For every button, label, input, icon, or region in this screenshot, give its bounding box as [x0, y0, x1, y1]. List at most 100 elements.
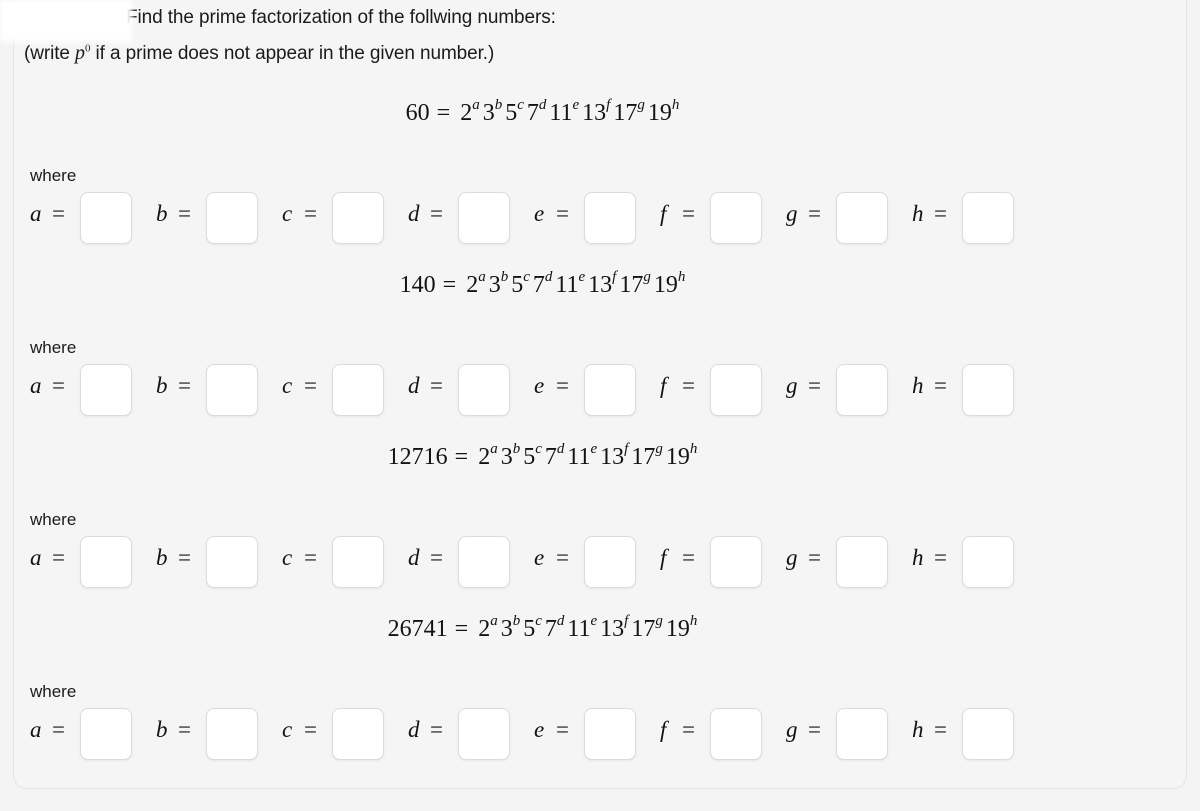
factor-exponent: h	[677, 269, 686, 285]
variable-label-h: h	[912, 201, 924, 226]
answer-input-b[interactable]	[206, 536, 258, 588]
answer-input-h[interactable]	[962, 708, 1014, 760]
variable-label-a: a	[30, 545, 42, 570]
answer-input-g[interactable]	[836, 536, 888, 588]
answer-input-b[interactable]	[206, 708, 258, 760]
factor-exponent: e	[572, 97, 580, 113]
variable-label-f: f	[660, 373, 667, 398]
variable-equals-sign: =	[178, 717, 191, 742]
equation: 140 = 2a 3b 5c 7d 11e 13f 17g 19h	[0, 269, 1085, 299]
factor-base: 5	[523, 444, 536, 470]
variable-label-e: e	[534, 717, 545, 742]
answer-input-h[interactable]	[962, 192, 1014, 244]
where-label: where	[30, 682, 77, 701]
factor-exponent: f	[612, 269, 617, 285]
prime-factor: 13f	[600, 614, 628, 643]
prime-factor: 11e	[555, 270, 585, 299]
factor-base: 19	[665, 444, 690, 470]
variable-equals-sign: =	[934, 545, 947, 570]
where-label: where	[30, 510, 77, 529]
factor-exponent: g	[655, 441, 663, 457]
answer-input-e[interactable]	[584, 364, 636, 416]
factor-base: 11	[567, 616, 591, 642]
prime-letter: p	[75, 42, 85, 64]
factor-base: 3	[500, 616, 513, 642]
variable-label-f: f	[660, 545, 667, 570]
prime-factor: 2a	[478, 614, 498, 643]
factor-exponent: d	[538, 97, 547, 113]
prime-factor: 11e	[549, 97, 580, 127]
answer-input-a[interactable]	[80, 192, 132, 244]
factor-base: 13	[600, 444, 625, 470]
factor-base: 17	[613, 100, 638, 126]
equation-number: 60	[405, 100, 430, 126]
factor-exponent: g	[637, 97, 645, 113]
equation-number: 26741	[387, 616, 448, 642]
factor-base: 13	[600, 616, 625, 642]
answer-input-f[interactable]	[710, 708, 762, 760]
factor-base: 2	[460, 100, 473, 126]
answer-input-d[interactable]	[458, 708, 510, 760]
variable-equals-sign: =	[52, 717, 65, 742]
answer-input-g[interactable]	[836, 192, 888, 244]
equation: 12716 = 2a 3b 5c 7d 11e 13f 17g 19h	[0, 441, 1085, 471]
factor-base: 19	[647, 100, 672, 126]
variable-label-d: d	[408, 373, 420, 398]
variable-label-f: f	[660, 717, 667, 742]
variable-label-h: h	[912, 717, 924, 742]
answer-input-h[interactable]	[962, 364, 1014, 416]
answer-input-a[interactable]	[80, 536, 132, 588]
answer-input-e[interactable]	[584, 708, 636, 760]
answer-input-c[interactable]	[332, 708, 384, 760]
factor-base: 7	[526, 100, 539, 126]
variable-equals-sign: =	[808, 717, 821, 742]
prime-factor: 19h	[647, 98, 680, 127]
answer-input-a[interactable]	[80, 708, 132, 760]
variable-label-e: e	[534, 201, 545, 226]
factor-base: 3	[488, 272, 501, 298]
answer-input-d[interactable]	[458, 536, 510, 588]
where-label: where	[30, 338, 77, 357]
factor-exponent: a	[472, 97, 480, 113]
answer-input-h[interactable]	[962, 536, 1014, 588]
answer-input-a[interactable]	[80, 364, 132, 416]
page-title: Find the prime factorization of the foll…	[126, 7, 556, 28]
variable-label-e: e	[534, 545, 545, 570]
equation-number: 140	[399, 272, 436, 298]
answer-input-c[interactable]	[332, 536, 384, 588]
factor-base: 11	[567, 444, 591, 470]
variable-label-b: b	[156, 373, 168, 398]
variable-label-c: c	[282, 717, 293, 742]
prime-factor: 13f	[582, 98, 610, 127]
variable-label-d: d	[408, 201, 420, 226]
factor-base: 17	[631, 616, 656, 642]
answer-input-c[interactable]	[332, 192, 384, 244]
answer-input-b[interactable]	[206, 192, 258, 244]
variable-label-g: g	[786, 373, 798, 398]
prime-factor: 5c	[511, 270, 530, 299]
factor-exponent: c	[535, 441, 542, 457]
prime-factor: 7d	[533, 270, 553, 299]
variable-equals-sign: =	[304, 545, 317, 570]
variable-equals-sign: =	[934, 373, 947, 398]
equals-sign: =	[442, 272, 457, 298]
factor-exponent: a	[478, 269, 486, 285]
instruction-prefix: (write	[24, 43, 76, 64]
worksheet-content: Find the prime factorization of the foll…	[0, 0, 1200, 811]
equation: 60 = 2a 3b 5c 7d 11e 13f 17g 19h	[0, 97, 1085, 127]
answer-input-c[interactable]	[332, 364, 384, 416]
answer-input-b[interactable]	[206, 364, 258, 416]
factor-exponent: c	[535, 613, 542, 629]
variable-label-c: c	[282, 373, 293, 398]
prime-factor: 5c	[523, 441, 542, 471]
answer-input-f[interactable]	[710, 364, 762, 416]
answer-input-d[interactable]	[458, 192, 510, 244]
answer-input-g[interactable]	[836, 364, 888, 416]
prime-factor: 17g	[619, 270, 651, 299]
answer-input-f[interactable]	[710, 192, 762, 244]
answer-input-d[interactable]	[458, 364, 510, 416]
answer-input-f[interactable]	[710, 536, 762, 588]
answer-input-g[interactable]	[836, 708, 888, 760]
answer-input-e[interactable]	[584, 192, 636, 244]
answer-input-e[interactable]	[584, 536, 636, 588]
